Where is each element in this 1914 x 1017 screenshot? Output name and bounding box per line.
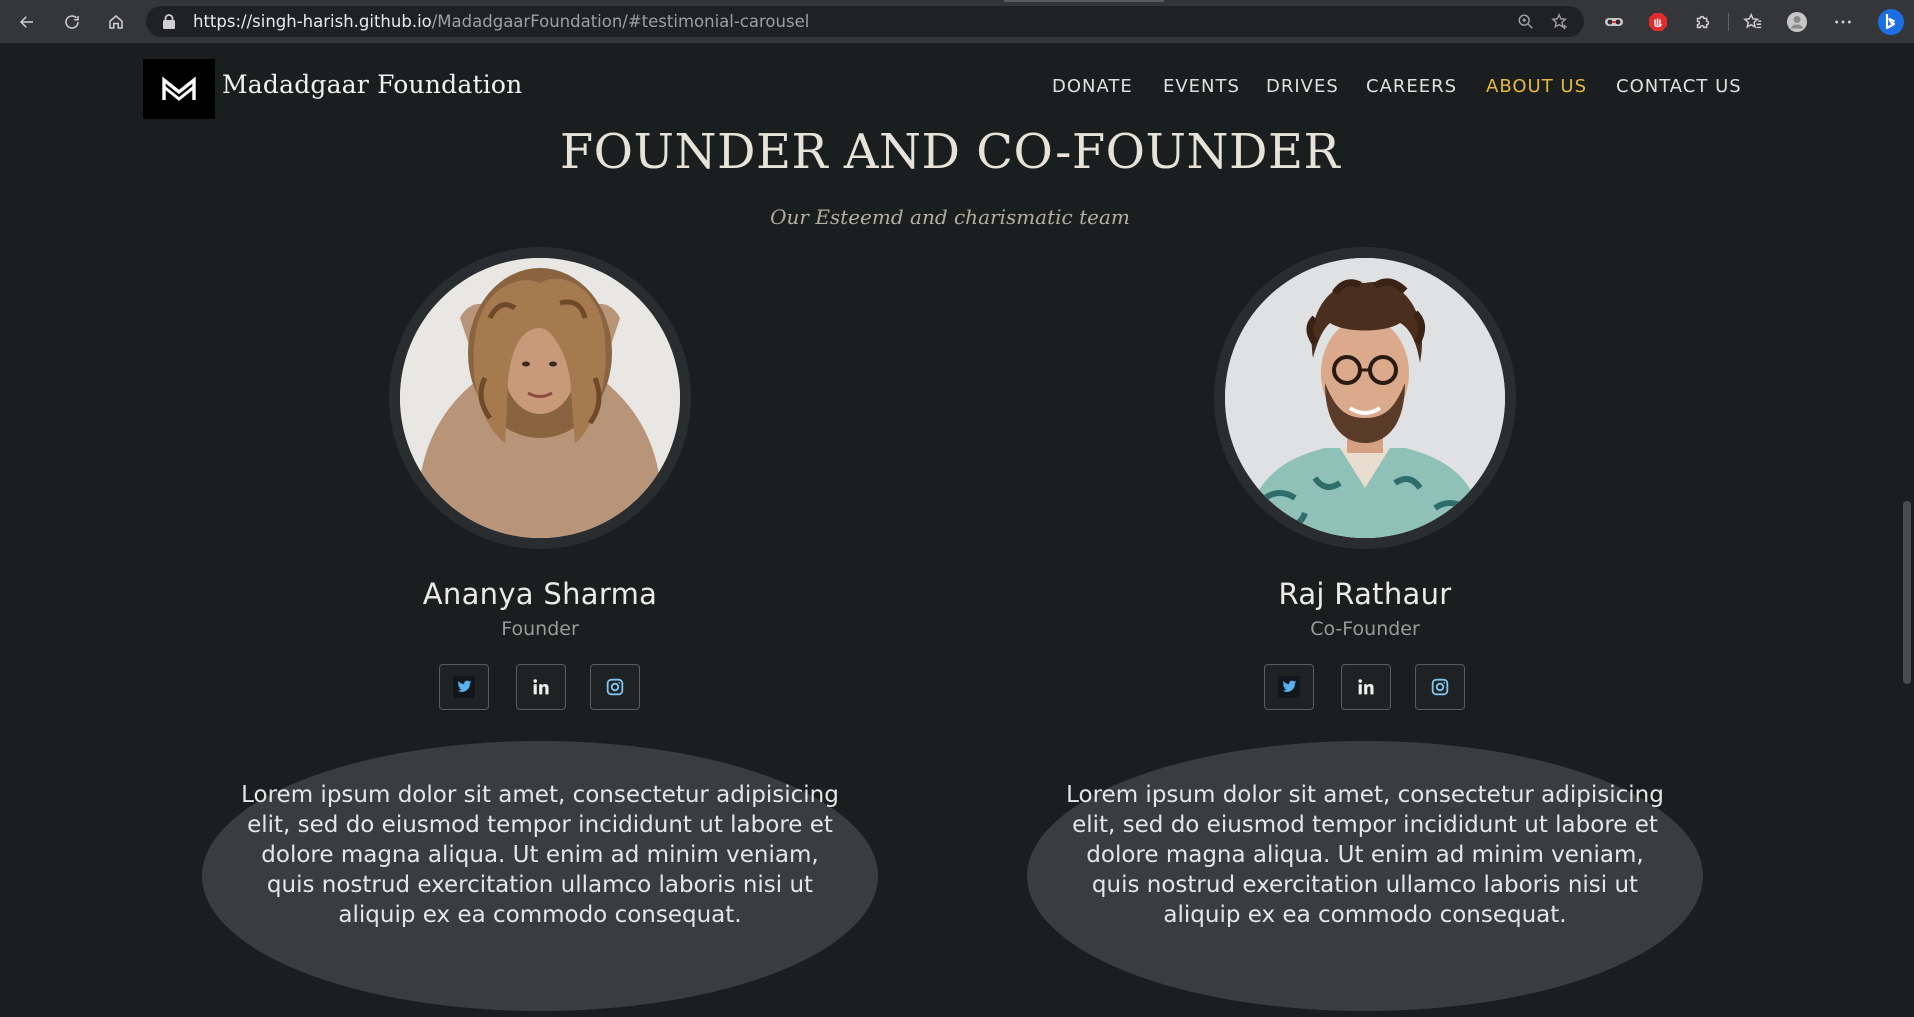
team-member-card: Ananya Sharma Founder Lorem ipsum dolor … xyxy=(202,247,878,1017)
twitter-button[interactable] xyxy=(439,664,489,710)
social-links xyxy=(202,664,878,712)
instagram-button[interactable] xyxy=(590,664,640,710)
nav-donate[interactable]: DONATE xyxy=(1052,76,1133,97)
nav-drives[interactable]: DRIVES xyxy=(1266,76,1339,97)
home-button[interactable] xyxy=(102,8,130,36)
team-member-card: Raj Rathaur Co-Founder Lorem ipsum dolor… xyxy=(1027,247,1703,1017)
member-bio: Lorem ipsum dolor sit amet, consectetur … xyxy=(241,782,839,928)
reload-button[interactable] xyxy=(58,8,86,36)
url-path: /MadadgaarFoundation/#testimonial-carous… xyxy=(431,12,810,31)
instagram-icon xyxy=(1431,678,1449,696)
member-name: Raj Rathaur xyxy=(1278,577,1452,611)
twitter-button[interactable] xyxy=(1264,664,1314,710)
more-menu-icon[interactable] xyxy=(1832,11,1854,33)
avatar-frame xyxy=(1214,247,1516,549)
url-host: https://singh-harish.github.io xyxy=(193,12,432,31)
favorites-icon[interactable] xyxy=(1742,11,1764,33)
co-founder-photo xyxy=(1225,258,1505,538)
back-arrow-icon xyxy=(19,16,33,28)
add-favorite-icon[interactable] xyxy=(1551,13,1569,31)
section-subtitle: Our Esteemd and charismatic team xyxy=(770,205,1130,229)
member-role: Co-Founder xyxy=(1310,618,1420,640)
founder-photo xyxy=(400,258,680,538)
extensions-puzzle-icon[interactable] xyxy=(1692,11,1714,33)
nav-about-us[interactable]: ABOUT US xyxy=(1486,76,1587,97)
linkedin-button[interactable] xyxy=(516,664,566,710)
nav-contact-us[interactable]: CONTACT US xyxy=(1616,76,1742,97)
reload-icon xyxy=(65,15,79,29)
zoom-icon[interactable] xyxy=(1517,13,1535,31)
linkedin-icon xyxy=(533,679,549,695)
extension-mask-icon[interactable] xyxy=(1603,11,1625,33)
section-title: FOUNDER AND CO-FOUNDER xyxy=(559,124,1341,180)
member-bio: Lorem ipsum dolor sit amet, consectetur … xyxy=(1066,782,1664,928)
main-nav: DONATE EVENTS DRIVES CAREERS ABOUT US CO… xyxy=(0,76,1900,106)
bing-copilot-icon[interactable] xyxy=(1877,8,1905,36)
social-links xyxy=(1027,664,1703,712)
url-text: https://singh-harish.github.io/Madadgaar… xyxy=(193,12,809,31)
browser-toolbar: https://singh-harish.github.io/Madadgaar… xyxy=(0,0,1914,44)
avatar-raj-rathaur xyxy=(1225,258,1505,538)
avatar-frame xyxy=(389,247,691,549)
instagram-button[interactable] xyxy=(1415,664,1465,710)
back-button[interactable] xyxy=(13,8,41,36)
linkedin-icon xyxy=(1358,679,1374,695)
nav-careers[interactable]: CAREERS xyxy=(1366,76,1457,97)
instagram-icon xyxy=(606,678,624,696)
scrollbar-thumb[interactable] xyxy=(1903,501,1911,684)
bio-bubble: Lorem ipsum dolor sit amet, consectetur … xyxy=(202,741,878,1011)
address-bar[interactable]: https://singh-harish.github.io/Madadgaar… xyxy=(146,6,1584,37)
tab-indicator xyxy=(1004,0,1164,2)
extension-adblock-icon[interactable] xyxy=(1647,11,1669,33)
member-role: Founder xyxy=(501,618,579,640)
bio-bubble: Lorem ipsum dolor sit amet, consectetur … xyxy=(1027,741,1703,1011)
twitter-icon xyxy=(453,676,475,698)
page-scrollbar[interactable] xyxy=(1900,44,1914,1017)
avatar-ananya-sharma xyxy=(400,258,680,538)
profile-avatar-icon[interactable] xyxy=(1786,11,1808,33)
home-icon xyxy=(109,15,123,29)
linkedin-button[interactable] xyxy=(1341,664,1391,710)
member-name: Ananya Sharma xyxy=(422,577,658,611)
toolbar-divider xyxy=(1728,13,1729,31)
lock-icon xyxy=(163,14,175,29)
nav-events[interactable]: EVENTS xyxy=(1163,76,1240,97)
site-header: Madadgaar Foundation DONATE EVENTS DRIVE… xyxy=(0,44,1900,132)
twitter-icon xyxy=(1278,676,1300,698)
